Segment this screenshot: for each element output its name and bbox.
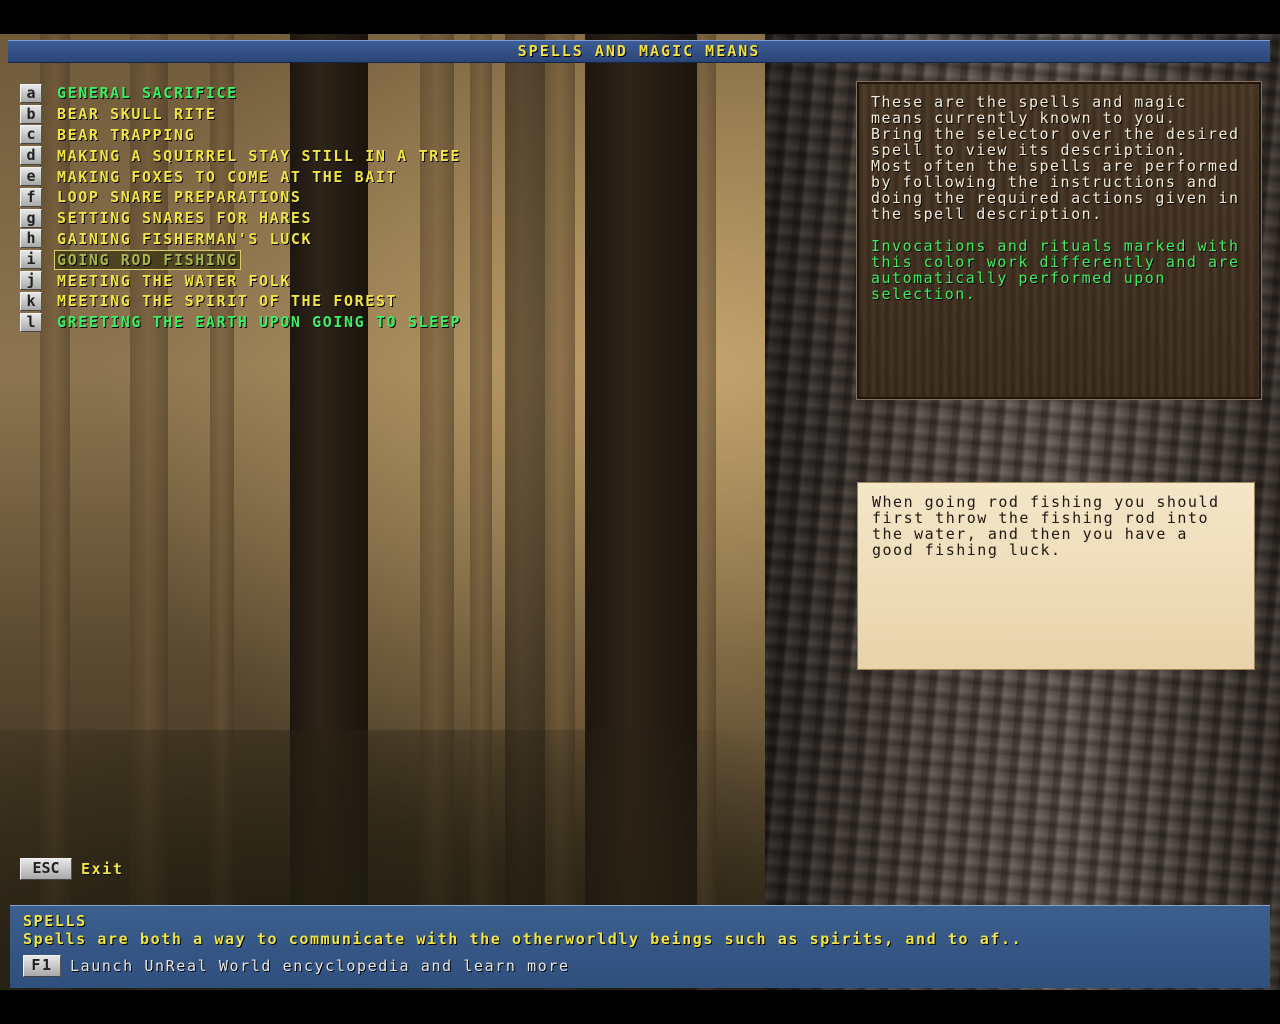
info-panel: These are the spells and magic means cur… — [856, 81, 1262, 400]
spell-hotkey[interactable]: f — [20, 187, 42, 207]
spell-item-l[interactable]: l GREETING THE EARTH UPON GOING TO SLEEP — [20, 312, 463, 333]
encyclopedia-label[interactable]: Launch UnReal World encyclopedia and lea… — [70, 957, 570, 975]
spell-list: a GENERAL SACRIFICE b BEAR SKULL RITE c BEAR … — [20, 83, 463, 333]
spell-item-a[interactable]: a GENERAL SACRIFICE — [20, 83, 463, 104]
spell-label[interactable]: BEAR TRAPPING — [55, 126, 197, 144]
spell-hotkey[interactable]: b — [20, 104, 42, 124]
spell-hotkey[interactable]: d — [20, 146, 42, 166]
footer-help-bar: SPELLS Spells are both a way to communic… — [10, 905, 1270, 988]
exit-button[interactable]: ESC Exit — [20, 858, 124, 880]
footer-text: Spells are both a way to communicate wit… — [23, 930, 1023, 948]
spell-label[interactable]: SETTING SNARES FOR HARES — [55, 209, 314, 227]
spell-description-text: When going rod fishing you should first … — [872, 493, 1220, 559]
spell-hotkey[interactable]: j — [20, 271, 42, 291]
spell-label[interactable]: LOOP SNARE PREPARATIONS — [55, 188, 304, 206]
spell-item-d[interactable]: d MAKING A SQUIRREL STAY STILL IN A TREE — [20, 145, 463, 166]
spell-label[interactable]: MEETING THE WATER FOLK — [55, 272, 293, 290]
info-usage: Most often the spells are performed by f… — [871, 157, 1240, 223]
spell-label[interactable]: GOING ROD FISHING — [54, 249, 241, 270]
spell-hotkey[interactable]: a — [20, 83, 42, 103]
exit-label[interactable]: Exit — [81, 860, 124, 878]
f1-key[interactable]: F1 — [23, 955, 61, 977]
spell-item-e[interactable]: e MAKING FOXES TO COME AT THE BAIT — [20, 166, 463, 187]
spell-item-i[interactable]: i GOING ROD FISHING — [20, 249, 463, 270]
encyclopedia-button[interactable]: F1 Launch UnReal World encyclopedia and … — [23, 955, 1257, 977]
spell-item-f[interactable]: f LOOP SNARE PREPARATIONS — [20, 187, 463, 208]
footer-title: SPELLS — [23, 912, 87, 930]
spell-hotkey[interactable]: e — [20, 167, 42, 187]
spell-hotkey[interactable]: i — [20, 250, 42, 270]
spell-hotkey[interactable]: c — [20, 125, 42, 145]
info-invocations-note: Invocations and rituals marked with this… — [871, 237, 1240, 303]
spell-hotkey[interactable]: k — [20, 291, 42, 311]
spell-label[interactable]: GENERAL SACRIFICE — [55, 84, 240, 102]
spell-item-b[interactable]: b BEAR SKULL RITE — [20, 104, 463, 125]
spell-item-h[interactable]: h GAINING FISHERMAN'S LUCK — [20, 229, 463, 250]
spell-label[interactable]: BEAR SKULL RITE — [55, 105, 218, 123]
spell-item-g[interactable]: g SETTING SNARES FOR HARES — [20, 208, 463, 229]
esc-key[interactable]: ESC — [20, 858, 72, 880]
spell-label[interactable]: MAKING A SQUIRREL STAY STILL IN A TREE — [55, 147, 463, 165]
info-intro: These are the spells and magic means cur… — [871, 93, 1187, 127]
spell-label[interactable]: MEETING THE SPIRIT OF THE FOREST — [55, 292, 399, 310]
spell-hotkey[interactable]: l — [20, 312, 42, 332]
spell-label[interactable]: GAINING FISHERMAN'S LUCK — [55, 230, 314, 248]
spell-hotkey[interactable]: h — [20, 229, 42, 249]
spell-label[interactable]: MAKING FOXES TO COME AT THE BAIT — [55, 168, 399, 186]
spell-item-c[interactable]: c BEAR TRAPPING — [20, 125, 463, 146]
spell-label[interactable]: GREETING THE EARTH UPON GOING TO SLEEP — [55, 313, 463, 331]
info-selector: Bring the selector over the desired spel… — [871, 125, 1240, 159]
window-title: SPELLS AND MAGIC MEANS — [8, 40, 1270, 63]
spell-description-panel: When going rod fishing you should first … — [857, 482, 1255, 670]
spell-item-j[interactable]: j MEETING THE WATER FOLK — [20, 270, 463, 291]
spell-hotkey[interactable]: g — [20, 208, 42, 228]
spell-item-k[interactable]: k MEETING THE SPIRIT OF THE FOREST — [20, 291, 463, 312]
